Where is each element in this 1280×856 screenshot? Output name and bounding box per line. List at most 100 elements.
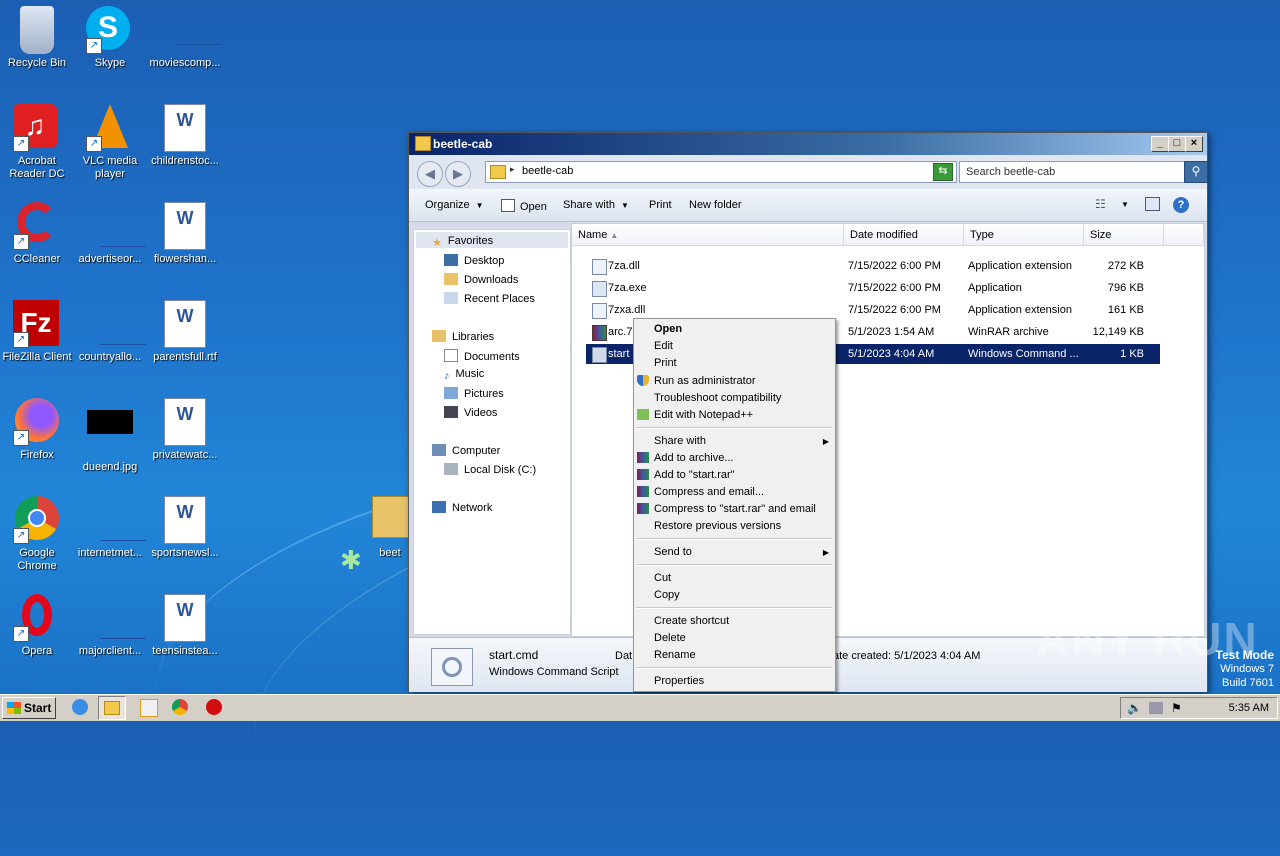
menu-item-delete[interactable]: Delete [654, 632, 686, 644]
maximize-button[interactable]: □ [1168, 136, 1186, 152]
menu-item-add-to-start-rar[interactable]: Add to "start.rar" [654, 469, 735, 481]
desktop-icon-childrenstoc[interactable]: W childrenstoc... [148, 104, 222, 168]
nav-item-libraries[interactable]: Libraries [432, 330, 494, 343]
desktop-icon-teensinstea[interactable]: W teensinstea... [148, 594, 222, 658]
share-with-button[interactable]: Share with ▼ [563, 199, 629, 211]
menu-item-edit[interactable]: Edit [654, 340, 673, 352]
nav-item-favorites[interactable]: ★ Favorites [432, 235, 493, 249]
nav-item-documents[interactable]: Documents [444, 349, 520, 363]
menu-item-run-as-admin[interactable]: Run as administrator [654, 375, 756, 387]
menu-item-cut[interactable]: Cut [654, 572, 671, 584]
nav-item-local-disk[interactable]: Local Disk (C:) [444, 463, 536, 476]
file-row[interactable]: 7zxa.dll 7/15/2022 6:00 PM Application e… [586, 300, 1160, 320]
menu-item-rename[interactable]: Rename [654, 649, 696, 661]
chrome-icon[interactable] [172, 699, 188, 715]
nav-item-downloads[interactable]: Downloads [444, 273, 518, 286]
desktop-icon-majorclient[interactable]: majorclient... [73, 594, 147, 658]
desktop-icon-chrome[interactable]: ↗ Google Chrome [0, 496, 74, 573]
shortcut-arrow-icon: ↗ [86, 38, 102, 54]
media-player-icon[interactable] [140, 699, 158, 717]
menu-item-compress-start-rar-email[interactable]: Compress to "start.rar" and email [654, 503, 816, 515]
help-icon[interactable]: ? [1173, 197, 1189, 213]
desktop-icon-internetmet[interactable]: internetmet... [73, 496, 147, 560]
menu-item-compress-email[interactable]: Compress and email... [654, 486, 764, 498]
menu-item-send-to[interactable]: Send to [654, 546, 692, 558]
menu-item-copy[interactable]: Copy [654, 589, 680, 601]
menu-item-troubleshoot[interactable]: Troubleshoot compatibility [654, 392, 781, 404]
desktop-icon-firefox[interactable]: ↗ Firefox [0, 398, 74, 462]
blank-file-icon [86, 496, 146, 544]
search-input[interactable]: Search beetle-cab ⚲ [959, 161, 1208, 183]
new-folder-button[interactable]: New folder [689, 199, 742, 211]
opera-icon[interactable] [206, 699, 222, 715]
nav-item-pictures[interactable]: Pictures [444, 387, 504, 400]
refresh-button[interactable]: ⇆ [933, 163, 953, 181]
desktop-icon-recycle-bin[interactable]: Recycle Bin [0, 6, 74, 70]
forward-button[interactable]: ▶ [445, 161, 471, 187]
window-icon [501, 199, 515, 212]
title-bar[interactable]: beetle-cab _ □ × [409, 133, 1207, 155]
search-icon[interactable]: ⚲ [1184, 161, 1208, 183]
print-button[interactable]: Print [649, 199, 672, 211]
menu-item-edit-notepadpp[interactable]: Edit with Notepad++ [654, 409, 753, 421]
file-row[interactable]: 7za.exe 7/15/2022 6:00 PM Application 79… [586, 278, 1160, 298]
back-button[interactable]: ◀ [417, 161, 443, 187]
nav-item-videos[interactable]: Videos [444, 406, 497, 419]
desktop-icon-advertiseor[interactable]: advertiseor... [73, 202, 147, 266]
nav-item-music[interactable]: ♪ Music [444, 368, 484, 382]
menu-item-restore-versions[interactable]: Restore previous versions [654, 520, 781, 532]
desktop-icon-skype[interactable]: S ↗ Skype [73, 6, 147, 70]
desktop-icon-opera[interactable]: ↗ Opera [0, 594, 74, 658]
windows-version-label: Windows 7 [1220, 663, 1274, 675]
open-button[interactable]: Open [501, 199, 547, 213]
desktop-icon-dueend[interactable]: dueend.jpg [73, 398, 147, 474]
organize-button[interactable]: Organize ▼ [425, 199, 484, 211]
desktop-icon-ccleaner[interactable]: ↗ CCleaner [0, 202, 74, 266]
chevron-down-icon[interactable]: ▼ [1121, 200, 1137, 214]
menu-item-print[interactable]: Print [654, 357, 677, 369]
nav-item-desktop[interactable]: Desktop [444, 254, 504, 267]
flag-icon[interactable]: ⚑ [1171, 701, 1182, 715]
wallpaper-logo: ✱ [340, 545, 362, 575]
desktop-icon-privatewatc[interactable]: W privatewatc... [148, 398, 222, 462]
explorer-taskbar-button[interactable] [98, 696, 126, 720]
column-header-type[interactable]: Type [964, 224, 1084, 246]
menu-item-share-with[interactable]: Share with [654, 435, 706, 447]
start-button[interactable]: Start [2, 697, 56, 719]
desktop-icon-moviescomp[interactable]: moviescomp... [148, 6, 222, 70]
open-label: Open [520, 201, 547, 213]
clock[interactable]: 5:35 AM [1229, 702, 1269, 714]
nav-label: Libraries [452, 331, 495, 343]
file-row[interactable]: 7za.dll 7/15/2022 6:00 PM Application ex… [586, 256, 1160, 276]
desktop-icon-vlc[interactable]: ↗ VLC media player [73, 104, 147, 181]
desktop-icon-countryallo[interactable]: countryallo... [73, 300, 147, 364]
view-options-icon[interactable]: ☷ [1095, 197, 1111, 211]
word-document-icon: W [161, 104, 209, 152]
internet-explorer-icon[interactable] [72, 699, 88, 715]
nav-item-computer[interactable]: Computer [432, 444, 500, 457]
preview-pane-icon[interactable] [1145, 197, 1160, 211]
network-icon[interactable] [1149, 702, 1163, 714]
menu-item-open[interactable]: Open [654, 323, 682, 335]
minimize-button[interactable]: _ [1151, 136, 1169, 152]
menu-item-create-shortcut[interactable]: Create shortcut [654, 615, 729, 627]
nav-item-recent-places[interactable]: Recent Places [444, 292, 535, 305]
menu-item-properties[interactable]: Properties [654, 675, 704, 687]
blank-file-icon [161, 6, 221, 54]
desktop-icon-sportsnewsl[interactable]: W sportsnewsl... [148, 496, 222, 560]
menu-separator [636, 667, 832, 669]
desktop-icon-flowershan[interactable]: W flowershan... [148, 202, 222, 266]
desktop-icon-filezilla[interactable]: Fz ↗ FileZilla Client [0, 300, 74, 364]
column-header-name[interactable]: Name ▲ [572, 224, 844, 246]
column-header-date[interactable]: Date modified [844, 224, 964, 246]
desktop-icon-beetle-folder[interactable]: beet [370, 496, 410, 560]
desktop-icon-acrobat[interactable]: ♫ ↗ Acrobat Reader DC [0, 104, 74, 181]
column-header-size[interactable]: Size [1084, 224, 1164, 246]
desktop-icon-parentsfull[interactable]: W parentsfull.rtf [148, 300, 222, 364]
menu-item-add-to-archive[interactable]: Add to archive... [654, 452, 734, 464]
close-button[interactable]: × [1185, 136, 1203, 152]
address-bar[interactable]: ▸ beetle-cab ▼ [485, 161, 957, 183]
nav-item-network[interactable]: Network [432, 501, 492, 514]
chevron-right-icon[interactable]: ▸ [510, 164, 515, 175]
volume-icon[interactable]: 🔈 [1127, 701, 1142, 715]
